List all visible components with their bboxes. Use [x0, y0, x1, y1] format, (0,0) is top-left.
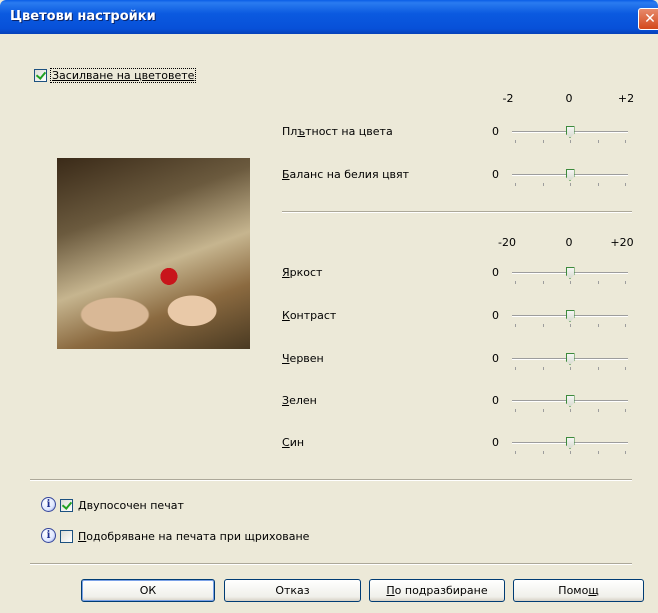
density-scale-min: -2 [502, 92, 514, 105]
slider-thumb-brightness[interactable] [565, 267, 575, 279]
duplex-checkbox[interactable] [60, 499, 73, 512]
slider-tick [542, 367, 544, 370]
slider-tick [625, 451, 626, 454]
slider-tick [597, 281, 599, 284]
slider-label-brightness: Яркост [282, 266, 323, 279]
slider-tick [515, 367, 516, 370]
slider-value-brightness: 0 [492, 266, 499, 279]
slider-tick [570, 281, 571, 284]
slider-tick [570, 324, 571, 327]
slider-tick [542, 451, 544, 454]
slider-label-white-balance: Баланс на белия цвят [282, 168, 410, 181]
slider-label-green: Зелен [282, 394, 317, 407]
slider-value-white-balance: 0 [492, 168, 499, 181]
slider-tick [597, 140, 599, 143]
slider-thumb-contrast[interactable] [565, 310, 575, 322]
slider-tick [515, 281, 516, 284]
color-enhancement-label[interactable]: Засилване на цветовете [50, 68, 197, 83]
close-button[interactable]: ✕ [638, 8, 658, 30]
slider-tick [542, 324, 544, 327]
slider-tick [542, 183, 544, 186]
slider-tick [625, 324, 626, 327]
color-scale-min: -20 [498, 236, 516, 249]
slider-tick [515, 140, 516, 143]
slider-tick [542, 140, 544, 143]
hatch-match-label[interactable]: Подобряване на печата при щриховане [78, 530, 309, 543]
buttons-divider [30, 563, 632, 565]
slider-tick [570, 367, 571, 370]
info-icon[interactable]: i [41, 528, 56, 543]
slider-tick [542, 281, 544, 284]
density-scale-mid: 0 [565, 92, 573, 105]
slider-tick [625, 183, 626, 186]
slider-label-density: Плътност на цвета [282, 125, 393, 138]
slider-tick [515, 183, 516, 186]
color-scale-mid: 0 [565, 236, 573, 249]
title-bar[interactable]: Цветови настройки ✕ [0, 0, 658, 34]
kitchen-photo [57, 158, 250, 349]
slider-value-density: 0 [492, 125, 499, 138]
slider-tick [625, 367, 626, 370]
duplex-label[interactable]: Двупосочен печат [78, 499, 184, 512]
window-title: Цветови настройки [10, 9, 156, 24]
cancel-button[interactable]: Отказ [224, 579, 361, 602]
slider-thumb-red[interactable] [565, 353, 575, 365]
options-divider [30, 479, 632, 481]
help-button[interactable]: Помощ [513, 579, 644, 602]
slider-thumb-blue[interactable] [565, 437, 575, 449]
hatch-match-checkbox[interactable] [60, 530, 73, 543]
slider-label-red: Червен [282, 352, 324, 365]
slider-label-blue: Син [282, 436, 305, 449]
slider-tick [570, 409, 571, 412]
slider-value-red: 0 [492, 352, 499, 365]
slider-label-contrast: Контраст [282, 309, 337, 322]
slider-tick [542, 409, 544, 412]
slider-thumb-density[interactable] [565, 126, 575, 138]
slider-tick [625, 140, 626, 143]
slider-tick [515, 451, 516, 454]
info-icon[interactable]: i [41, 497, 56, 512]
default-button[interactable]: По подразбиране [369, 579, 505, 602]
slider-thumb-green[interactable] [565, 395, 575, 407]
slider-tick [515, 409, 516, 412]
slider-tick [597, 409, 599, 412]
slider-tick [597, 367, 599, 370]
slider-value-green: 0 [492, 394, 499, 407]
slider-tick [597, 183, 599, 186]
slider-tick [515, 324, 516, 327]
slider-tick [570, 140, 571, 143]
slider-tick [597, 451, 599, 454]
color-enhancement-checkbox[interactable] [34, 69, 47, 82]
dialog-body: Засилване на цветовете -2 0 +2 Плътност … [0, 34, 658, 613]
slider-tick [570, 451, 571, 454]
slider-divider [282, 211, 632, 213]
ok-button[interactable]: ОК [81, 579, 215, 602]
slider-tick [570, 183, 571, 186]
slider-thumb-white-balance[interactable] [565, 169, 575, 181]
slider-tick [625, 409, 626, 412]
slider-value-contrast: 0 [492, 309, 499, 322]
slider-tick [625, 281, 626, 284]
close-icon: ✕ [644, 11, 656, 27]
color-scale-max: +20 [610, 236, 634, 249]
density-scale-max: +2 [617, 92, 635, 105]
slider-value-blue: 0 [492, 436, 499, 449]
slider-tick [597, 324, 599, 327]
